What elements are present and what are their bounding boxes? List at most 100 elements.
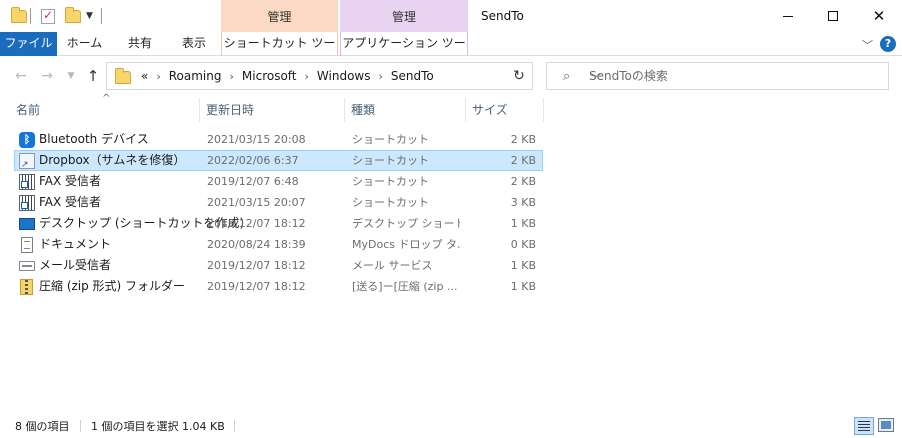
- tab-share[interactable]: 共有: [112, 32, 168, 56]
- file-size: 1 KB: [510, 217, 536, 230]
- status-bar: 8 個の項目 1 個の項目を選択 1.04 KB: [0, 414, 902, 438]
- breadcrumb: « › Roaming › Microsoft › Windows › Send…: [141, 63, 434, 89]
- bluetooth-icon: ᛒ: [19, 132, 35, 148]
- column-divider[interactable]: [543, 98, 544, 122]
- breadcrumb-separator-icon[interactable]: ›: [230, 70, 234, 83]
- document-icon: [21, 237, 33, 253]
- fax-icon: [19, 174, 35, 190]
- tab-home[interactable]: ホーム: [57, 32, 112, 56]
- file-type: ショートカット: [352, 154, 429, 167]
- file-row[interactable]: FAX 受信者 2019/12/07 6:48 ショートカット 2 KB: [14, 171, 543, 192]
- context-group-application-tools: 管理: [340, 0, 468, 32]
- shortcut-icon: [19, 153, 35, 170]
- file-row[interactable]: FAX 受信者 2021/03/15 20:07 ショートカット 3 KB: [14, 192, 543, 213]
- breadcrumb-overflow[interactable]: «: [141, 69, 148, 83]
- column-divider[interactable]: [465, 98, 466, 122]
- new-folder-icon[interactable]: [65, 6, 81, 26]
- back-arrow-icon[interactable]: ←: [12, 67, 30, 85]
- column-header-size[interactable]: サイズ: [472, 98, 508, 122]
- column-header-type[interactable]: 種類: [351, 98, 375, 122]
- breadcrumb-sendto[interactable]: SendTo: [391, 69, 434, 83]
- search-placeholder: SendToの検索: [589, 69, 668, 83]
- breadcrumb-separator-icon[interactable]: ›: [379, 70, 383, 83]
- forward-arrow-icon[interactable]: →: [38, 67, 56, 85]
- details-view-icon[interactable]: [854, 417, 874, 435]
- large-icons-view-icon[interactable]: [878, 418, 894, 432]
- item-count: 8 個の項目: [15, 420, 70, 433]
- refresh-button[interactable]: ↻: [506, 62, 533, 90]
- file-size: 3 KB: [510, 196, 536, 209]
- column-divider[interactable]: [344, 98, 345, 122]
- search-input[interactable]: ⌕ SendToの検索: [546, 62, 889, 90]
- file-size: 1 KB: [510, 259, 536, 272]
- column-header-name[interactable]: 名前: [16, 98, 40, 122]
- file-row-selected[interactable]: Dropbox（サムネを修復） 2022/02/06 6:37 ショートカット …: [14, 150, 543, 171]
- file-name: FAX 受信者: [39, 174, 102, 188]
- file-size: 2 KB: [510, 175, 536, 188]
- file-date: 2019/12/07 18:12: [207, 217, 306, 230]
- file-row[interactable]: ドキュメント 2020/08/24 18:39 MyDocs ドロップ タ...…: [14, 234, 543, 255]
- title-bar: ▼ 管理 管理 SendTo ✕: [0, 0, 902, 32]
- file-name: 圧縮 (zip 形式) フォルダー: [39, 279, 186, 293]
- minimize-button[interactable]: [765, 0, 811, 32]
- breadcrumb-microsoft[interactable]: Microsoft: [242, 69, 297, 83]
- fax-icon: [19, 195, 35, 211]
- maximize-button[interactable]: [810, 0, 856, 32]
- window-title: SendTo: [481, 9, 524, 23]
- file-type: デスクトップ ショートカ...: [352, 217, 460, 230]
- file-date: 2021/03/15 20:08: [207, 133, 306, 146]
- help-icon[interactable]: ?: [880, 36, 896, 52]
- refresh-icon: ↻: [513, 68, 525, 84]
- selection-info: 1 個の項目を選択 1.04 KB: [91, 420, 225, 433]
- quick-access-folder-icon[interactable]: [11, 6, 27, 26]
- column-divider[interactable]: [199, 98, 200, 122]
- file-type: ショートカット: [352, 133, 429, 146]
- sort-ascending-icon: ^: [102, 93, 111, 104]
- status-divider: [80, 420, 81, 432]
- breadcrumb-separator-icon[interactable]: ›: [305, 70, 309, 83]
- file-size: 2 KB: [510, 133, 536, 146]
- file-name: メール受信者: [39, 258, 112, 272]
- tab-shortcut-tools[interactable]: ショートカット ツール: [221, 32, 338, 72]
- tab-view[interactable]: 表示: [168, 32, 220, 56]
- file-type: メール サービス: [352, 259, 433, 272]
- up-arrow-icon[interactable]: ↑: [84, 67, 102, 85]
- file-list: ᛒ Bluetooth デバイス 2021/03/15 20:08 ショートカッ…: [14, 129, 543, 297]
- zip-folder-icon: [20, 279, 33, 295]
- file-date: 2020/08/24 18:39: [207, 238, 306, 251]
- customize-quick-access-chevron-icon[interactable]: ▼: [86, 6, 93, 26]
- search-icon: ⌕: [563, 69, 571, 84]
- file-size: 0 KB: [510, 238, 536, 251]
- address-bar[interactable]: « › Roaming › Microsoft › Windows › Send…: [106, 62, 601, 90]
- file-row[interactable]: 圧縮 (zip 形式) フォルダー 2019/12/07 18:12 [送る]ー…: [14, 276, 543, 297]
- expand-ribbon-chevron-icon[interactable]: ﹀: [862, 37, 873, 53]
- tab-application-tools[interactable]: アプリケーション ツール: [340, 32, 468, 72]
- minimize-icon: [783, 15, 793, 17]
- file-type: ショートカット: [352, 175, 429, 188]
- close-button[interactable]: ✕: [856, 0, 902, 32]
- breadcrumb-separator-icon[interactable]: ›: [156, 70, 160, 83]
- file-type: ショートカット: [352, 196, 429, 209]
- file-row[interactable]: ᛒ Bluetooth デバイス 2021/03/15 20:08 ショートカッ…: [14, 129, 543, 150]
- breadcrumb-roaming[interactable]: Roaming: [169, 69, 222, 83]
- file-type: MyDocs ドロップ タ...: [352, 238, 460, 251]
- file-name: FAX 受信者: [39, 195, 102, 209]
- file-type: [送る]ー[圧縮 (zip ...: [352, 280, 458, 293]
- recent-locations-chevron-icon[interactable]: ▼: [62, 67, 80, 85]
- file-date: 2019/12/07 18:12: [207, 259, 306, 272]
- context-group-shortcut-tools: 管理: [221, 0, 338, 32]
- file-row[interactable]: デスクトップ (ショートカットを作成) 2019/12/07 18:12 デスク…: [14, 213, 543, 234]
- close-icon: ✕: [872, 6, 886, 25]
- breadcrumb-windows[interactable]: Windows: [317, 69, 371, 83]
- status-divider: [234, 420, 235, 432]
- quick-access-separator: [30, 6, 31, 26]
- file-name: Bluetooth デバイス: [39, 132, 149, 146]
- tab-file[interactable]: ファイル: [0, 32, 57, 56]
- column-header-date[interactable]: 更新日時: [206, 98, 254, 122]
- file-row[interactable]: メール受信者 2019/12/07 18:12 メール サービス 1 KB: [14, 255, 543, 276]
- mail-icon: [19, 261, 35, 271]
- file-size: 1 KB: [510, 280, 536, 293]
- file-size: 2 KB: [510, 154, 536, 167]
- ribbon-tab-bar: ファイル ホーム 共有 表示 ショートカット ツール アプリケーション ツール …: [0, 32, 902, 72]
- properties-icon[interactable]: [41, 6, 55, 26]
